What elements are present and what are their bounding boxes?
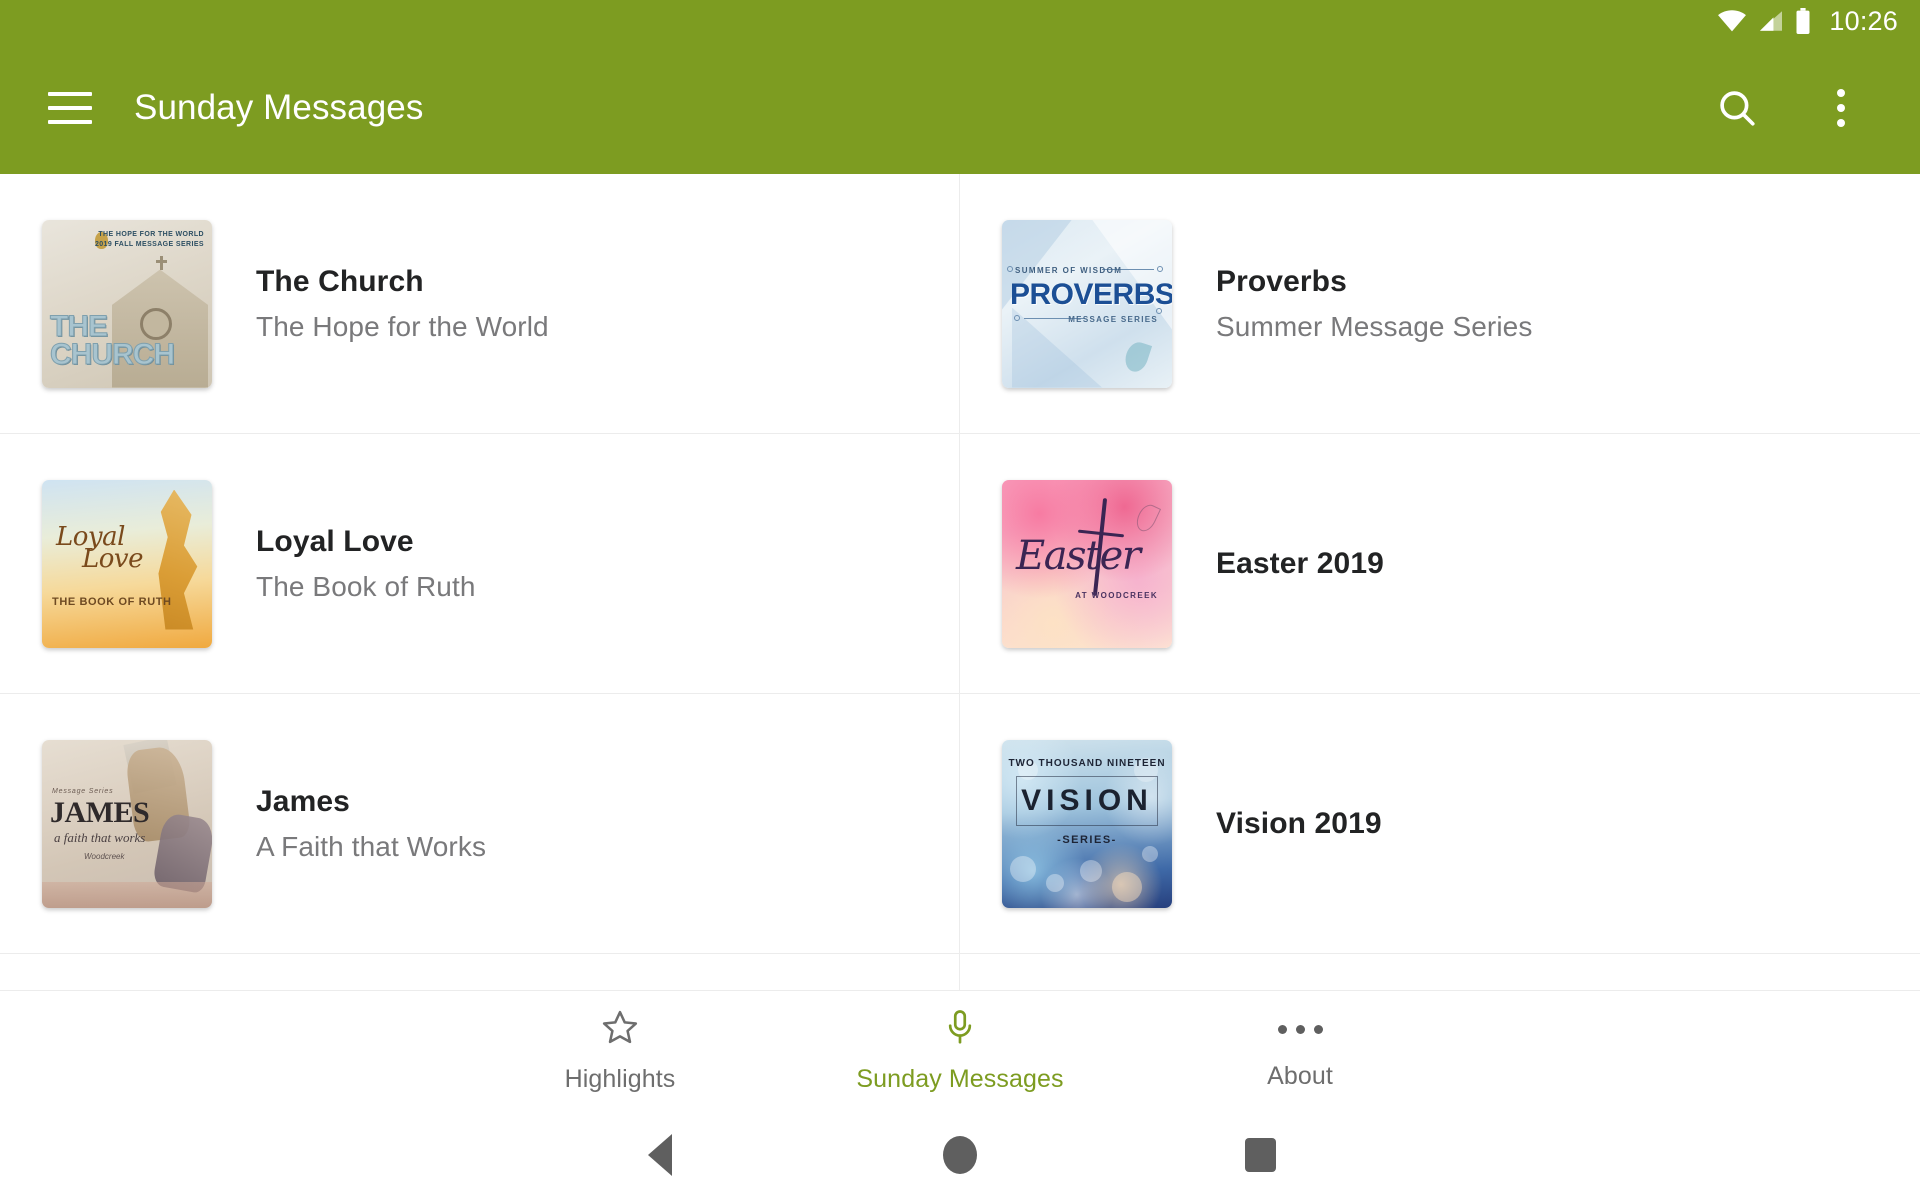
- android-system-navigation: [0, 1110, 1920, 1200]
- thumb-text: THE HOPE FOR THE WORLD: [98, 230, 204, 238]
- series-thumbnail-easter-2019: Easter AT WOODCREEK: [1002, 479, 1172, 648]
- list-item-text: Loyal Love The Book of Ruth: [256, 523, 476, 603]
- list-item[interactable]: [0, 954, 960, 990]
- back-triangle-icon[interactable]: [510, 1110, 810, 1200]
- list-item[interactable]: THE HOPE FOR THE WORLD 2019 FALL MESSAGE…: [0, 174, 960, 434]
- home-circle-icon[interactable]: [810, 1110, 1110, 1200]
- series-thumbnail-james: Message Series JAMES a faith that works …: [42, 739, 212, 908]
- list-item-title: Vision 2019: [1216, 806, 1382, 840]
- series-thumbnail-the-church: THE HOPE FOR THE WORLD 2019 FALL MESSAGE…: [42, 219, 212, 388]
- list-item-subtitle: The Book of Ruth: [256, 570, 476, 602]
- list-item-text: The Church The Hope for the World: [256, 263, 549, 343]
- thumb-text: THE BOOK OF RUTH: [52, 595, 172, 608]
- list-item-subtitle: A Faith that Works: [256, 830, 487, 862]
- list-item-text: James A Faith that Works: [256, 783, 486, 863]
- more-horizontal-icon: [1277, 1010, 1323, 1048]
- list-item-text: Easter 2019: [1216, 545, 1384, 583]
- thumb-text: TWO THOUSAND NINETEEN: [1008, 757, 1166, 769]
- tab-label-highlights: Highlights: [564, 1064, 676, 1093]
- thumb-text: Message Series: [52, 787, 114, 795]
- wifi-icon: [1717, 10, 1747, 32]
- thumb-text: Love: [82, 544, 144, 575]
- tab-label-sunday-messages: Sunday Messages: [856, 1064, 1064, 1093]
- app-bar-actions: [1714, 85, 1864, 131]
- tab-label-about: About: [1267, 1062, 1333, 1090]
- thumb-text: THE: [50, 309, 109, 343]
- tab-highlights[interactable]: Highlights: [450, 1008, 790, 1094]
- status-icons: [1717, 8, 1811, 34]
- list-item[interactable]: [960, 954, 1920, 990]
- overflow-menu-icon[interactable]: [1818, 85, 1864, 131]
- series-thumbnail-vision-2019: TWO THOUSAND NINETEEN VISION -SERIES-: [1002, 739, 1172, 908]
- microphone-icon: [941, 1008, 979, 1051]
- thumb-text: a faith that works: [54, 829, 146, 845]
- list-item-text: Proverbs Summer Message Series: [1216, 263, 1532, 343]
- search-icon[interactable]: [1714, 85, 1760, 131]
- thumb-text: SUMMER OF WISDOM: [1015, 265, 1123, 275]
- thumb-text: -SERIES-: [1057, 833, 1117, 846]
- app-bar: Sunday Messages: [0, 42, 1920, 174]
- list-item[interactable]: SUMMER OF WISDOM PROVERBS MESSAGE SERIES…: [960, 174, 1920, 434]
- list-item-subtitle: The Hope for the World: [256, 310, 549, 342]
- tab-about[interactable]: About: [1130, 1010, 1470, 1091]
- list-item[interactable]: Loyal Love THE BOOK OF RUTH Loyal Love T…: [0, 434, 960, 694]
- list-item-title: Loyal Love: [256, 525, 414, 559]
- thumb-text: Easter: [1016, 532, 1141, 579]
- list-item[interactable]: TWO THOUSAND NINETEEN VISION -SERIES- Vi…: [960, 694, 1920, 954]
- series-thumbnail-loyal-love: Loyal Love THE BOOK OF RUTH: [42, 479, 212, 648]
- series-thumbnail-proverbs: SUMMER OF WISDOM PROVERBS MESSAGE SERIES: [1002, 219, 1172, 388]
- thumb-text: JAMES: [50, 795, 150, 829]
- thumb-text: CHURCH: [50, 338, 176, 371]
- thumb-text: 2019 FALL MESSAGE SERIES: [94, 241, 204, 248]
- list-item-title: James: [256, 785, 350, 819]
- thumb-text: VISION: [1021, 783, 1153, 817]
- page-title: Sunday Messages: [134, 88, 424, 127]
- hamburger-menu-icon[interactable]: [48, 92, 92, 124]
- list-item[interactable]: Message Series JAMES a faith that works …: [0, 694, 960, 954]
- list-item[interactable]: Easter AT WOODCREEK Easter 2019: [960, 434, 1920, 694]
- thumb-text: AT WOODCREEK: [1075, 590, 1158, 600]
- list-item-subtitle: Summer Message Series: [1216, 310, 1533, 342]
- bottom-navigation-bar: Highlights Sunday Messages About: [0, 990, 1920, 1110]
- status-bar: 10:26: [0, 0, 1920, 42]
- list-item-title: Proverbs: [1216, 265, 1347, 299]
- recents-square-icon[interactable]: [1110, 1110, 1410, 1200]
- cellular-signal-icon: [1758, 10, 1784, 32]
- list-item-title: Easter 2019: [1216, 546, 1384, 580]
- tab-sunday-messages[interactable]: Sunday Messages: [790, 1008, 1130, 1094]
- list-item-text: Vision 2019: [1216, 805, 1382, 843]
- thumb-text: MESSAGE SERIES: [1068, 314, 1158, 324]
- status-bar-clock: 10:26: [1829, 5, 1898, 36]
- series-list-content: THE HOPE FOR THE WORLD 2019 FALL MESSAGE…: [0, 174, 1920, 990]
- series-grid: THE HOPE FOR THE WORLD 2019 FALL MESSAGE…: [0, 174, 1920, 990]
- thumb-text: PROVERBS: [1010, 277, 1172, 311]
- thumb-text: Woodcreek: [84, 851, 125, 861]
- list-item-title: The Church: [256, 265, 424, 299]
- battery-icon: [1795, 8, 1811, 34]
- star-outline-icon: [601, 1008, 639, 1051]
